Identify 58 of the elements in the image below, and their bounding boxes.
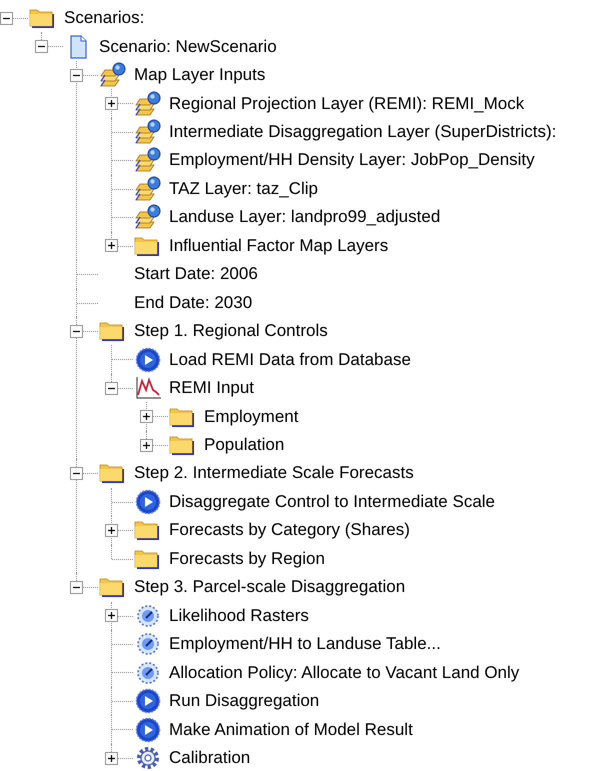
tree-item[interactable]: Allocation Policy: Allocate to Vacant Land Only <box>169 662 520 683</box>
expand-toggle[interactable] <box>0 12 13 25</box>
expand-toggle[interactable] <box>105 752 118 764</box>
expand-toggle[interactable] <box>140 438 153 452</box>
tree-item[interactable]: Employment <box>204 406 298 427</box>
expand-toggle[interactable] <box>35 40 48 54</box>
tree-item[interactable]: Step 1. Regional Controls <box>134 321 328 342</box>
expand-toggle[interactable] <box>70 324 83 338</box>
plus-icon <box>108 100 115 108</box>
expand-toggle[interactable] <box>105 239 118 252</box>
tree-item[interactable]: Intermediate Disaggregation Layer (SuperDistricts): <box>169 122 556 142</box>
play-icon <box>133 346 163 373</box>
play-icon <box>133 716 163 743</box>
expand-toggle[interactable] <box>105 609 118 622</box>
play-icon <box>133 488 163 515</box>
tree-item[interactable]: Start Date: 2006 <box>134 264 258 284</box>
tree-item[interactable]: Scenario: NewScenario <box>99 36 277 57</box>
tree-item[interactable]: Employment/HH to Landuse Table... <box>169 634 441 654</box>
tree-item[interactable]: Calibration <box>169 748 250 768</box>
tree-item[interactable]: End Date: 2030 <box>134 292 252 313</box>
tree-item[interactable]: Step 2. Intermediate Scale Forecasts <box>134 463 414 484</box>
tree-item[interactable]: Landuse Layer: landpro99_adjusted <box>169 207 440 228</box>
tree-item[interactable]: Step 3. Parcel-scale Disaggregation <box>134 577 406 598</box>
tree-item[interactable]: Forecasts by Category (Shares) <box>169 520 410 540</box>
tree-item[interactable]: Likelihood Rasters <box>169 606 309 626</box>
plus-icon <box>108 612 115 620</box>
layers-icon <box>133 147 163 174</box>
expand-toggle[interactable] <box>70 466 83 480</box>
tree-item[interactable]: Regional Projection Layer (REMI): REMI_Mock <box>169 94 524 114</box>
plus-icon <box>108 754 115 762</box>
tree-item[interactable]: Population <box>204 435 284 456</box>
layers-icon <box>133 176 163 202</box>
layers-icon <box>98 62 128 88</box>
tree-item[interactable]: REMI Input <box>169 378 254 398</box>
tree-item[interactable]: TAZ Layer: taz_Clip <box>169 178 318 199</box>
expand-toggle[interactable] <box>70 580 83 594</box>
tree-item[interactable]: Influential Factor Map Layers <box>169 236 388 256</box>
tree-item[interactable]: Load REMI Data from Database <box>169 350 411 370</box>
tree-item[interactable]: Run Disaggregation <box>169 691 320 712</box>
expand-toggle[interactable] <box>105 97 118 110</box>
expand-toggle[interactable] <box>105 524 118 537</box>
expand-toggle[interactable] <box>70 68 83 82</box>
layers-icon <box>133 119 163 146</box>
tree-item[interactable]: Forecasts by Region <box>169 548 325 569</box>
layers-icon <box>133 204 163 230</box>
play-icon <box>133 688 163 714</box>
tree-item[interactable]: Employment/HH Density Layer: JobPop_Density <box>169 150 535 170</box>
tree-item[interactable]: Scenarios: <box>64 8 144 28</box>
expand-toggle[interactable] <box>140 410 153 424</box>
tree-item[interactable]: Disaggregate Control to Intermediate Scale <box>169 492 496 512</box>
layers-icon <box>133 90 163 117</box>
tree-item[interactable]: Make Animation of Model Result <box>169 720 413 740</box>
plus-icon <box>143 442 150 449</box>
plus-icon <box>108 242 115 250</box>
tree-item[interactable]: Map Layer Inputs <box>134 65 266 86</box>
plus-icon <box>108 526 115 534</box>
plus-icon <box>143 413 150 420</box>
expand-toggle[interactable] <box>105 382 118 395</box>
